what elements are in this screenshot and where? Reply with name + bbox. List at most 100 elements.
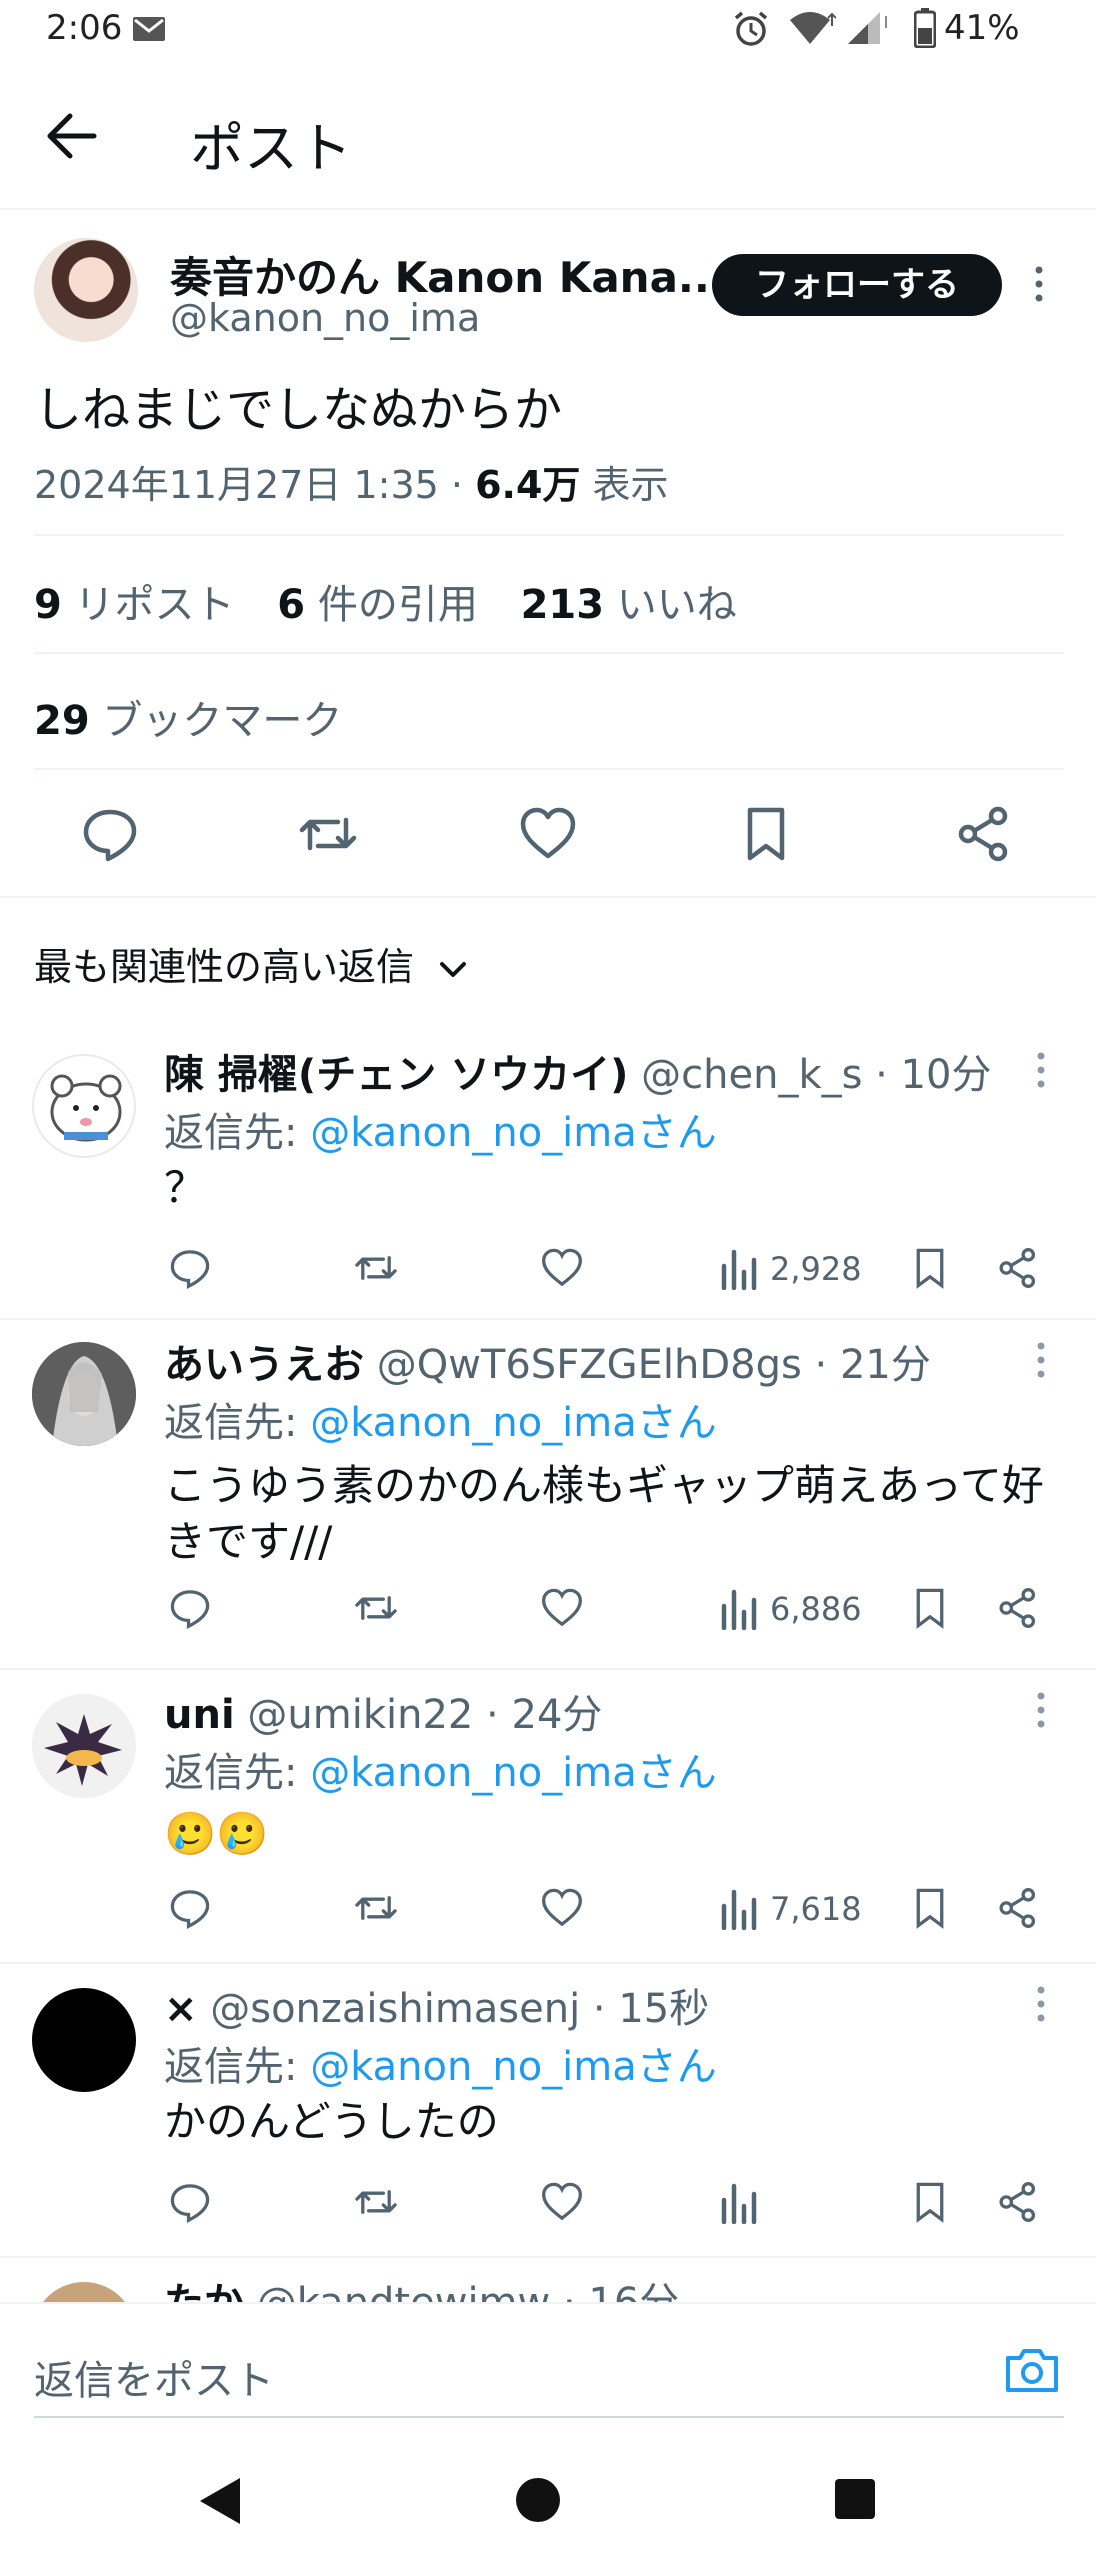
reply-handle[interactable]: @chen_k_s · 10分	[628, 1052, 991, 1098]
reply-item[interactable]: uni @umikin22 · 24分 返信先: @kanon_no_imaさん…	[0, 1670, 1096, 1964]
reply-views-count: 7,618	[770, 1890, 862, 1928]
reposts-count: 9	[34, 582, 62, 628]
reply-handle[interactable]: @umikin22 · 24分	[235, 1692, 602, 1738]
reply-like-button[interactable]	[540, 1886, 584, 1930]
reply-comment-button[interactable]	[168, 1246, 212, 1290]
share-button[interactable]	[954, 804, 1014, 864]
status-time: 2:06	[46, 8, 123, 48]
reply-item[interactable]: あいうえお @QwT6SFZGElhD8gs · 21分 返信先: @kanon…	[0, 1320, 1096, 1668]
bookmarks-stat[interactable]: 29 ブックマーク	[34, 688, 342, 746]
wifi-icon	[788, 10, 836, 46]
reply-comment-button[interactable]	[168, 1886, 212, 1930]
reply-to-link[interactable]: @kanon_no_imaさん	[310, 1750, 717, 1796]
reply-bookmark-button[interactable]	[908, 1586, 952, 1630]
author-handle[interactable]: @kanon_no_ima	[170, 296, 480, 340]
arrow-left-icon	[47, 113, 97, 159]
reply-more-icon[interactable]	[1036, 1052, 1046, 1088]
camera-icon[interactable]	[1004, 2346, 1060, 2394]
more-options-icon[interactable]	[1034, 266, 1044, 302]
reply-item[interactable]: × @sonzaishimasenj · 15秒 返信先: @kanon_no_…	[0, 1964, 1096, 2258]
reply-bookmark-button[interactable]	[908, 2180, 952, 2224]
reply-avatar[interactable]	[32, 2282, 136, 2304]
nav-recents-button[interactable]	[834, 2478, 876, 2520]
reply-text: ？	[164, 1163, 207, 1212]
reply-to-prefix: 返信先:	[164, 1750, 311, 1796]
likes-count: 213	[520, 582, 605, 628]
bookmarks-label: ブックマーク	[89, 698, 343, 744]
battery-percent: 41%	[944, 8, 1020, 48]
reply-comment-button[interactable]	[168, 1586, 212, 1630]
reply-to-link[interactable]: @kanon_no_imaさん	[310, 1110, 717, 1156]
bookmark-icon	[747, 807, 785, 861]
views-icon[interactable]	[720, 2180, 764, 2224]
author-avatar[interactable]	[34, 238, 138, 342]
reply-avatar[interactable]	[32, 1054, 136, 1158]
reply-text: かのんどうしたの	[164, 2097, 499, 2146]
reply-handle[interactable]: @kandtewimw · 16分	[244, 2280, 680, 2304]
reply-more-icon[interactable]	[1036, 1342, 1046, 1378]
bookmarks-count: 29	[34, 698, 90, 744]
post-text: しねまじでしなぬからか	[34, 382, 563, 438]
reply-bookmark-button[interactable]	[908, 1886, 952, 1930]
share-icon	[958, 806, 1008, 862]
square-recents-icon	[835, 2479, 875, 2519]
views-label: 表示	[580, 463, 669, 507]
reply-repost-button[interactable]	[354, 2180, 398, 2224]
sort-label: 最も関連性の高い返信	[34, 945, 415, 989]
reply-repost-button[interactable]	[354, 1586, 398, 1630]
reply-compose-input[interactable]: 返信をポスト	[34, 2348, 274, 2406]
nav-back-button[interactable]	[196, 2476, 242, 2526]
reply-comment-button[interactable]	[168, 2180, 212, 2224]
likes-stat[interactable]: 213 いいね	[521, 582, 737, 628]
reply-share-button[interactable]	[996, 1246, 1040, 1290]
reply-item[interactable]: たか @kandtewimw · 16分	[0, 2258, 1096, 2304]
back-button[interactable]	[44, 110, 104, 162]
reply-share-button[interactable]	[996, 2180, 1040, 2224]
reply-more-icon[interactable]	[1036, 1986, 1046, 2022]
reply-like-button[interactable]	[540, 1246, 584, 1290]
reply-handle[interactable]: @QwT6SFZGElhD8gs · 21分	[364, 1342, 931, 1388]
reply-author-name[interactable]: あいうえお	[164, 1342, 364, 1388]
reply-author-name[interactable]: たか	[164, 2280, 244, 2304]
reply-handle[interactable]: @sonzaishimasenj · 15秒	[198, 1986, 709, 2032]
reply-views-count: 6,886	[770, 1590, 862, 1628]
reply-like-button[interactable]	[540, 1586, 584, 1630]
views-icon[interactable]	[720, 1246, 764, 1290]
reply-to-link[interactable]: @kanon_no_imaさん	[310, 1400, 717, 1446]
status-bar: 2:06 41%	[0, 0, 1096, 60]
like-button[interactable]	[518, 804, 578, 864]
reply-avatar[interactable]	[32, 1342, 136, 1446]
reply-author-name[interactable]: 陳 掃櫂(チェン ソウカイ)	[164, 1052, 628, 1098]
reply-share-button[interactable]	[996, 1586, 1040, 1630]
reply-sort-dropdown[interactable]: 最も関連性の高い返信	[34, 936, 468, 991]
reply-bookmark-button[interactable]	[908, 1246, 952, 1290]
reply-author-name[interactable]: uni	[164, 1692, 235, 1738]
signal-icon	[846, 10, 890, 46]
engagement-stats: 9 リポスト 6 件の引用 213 いいね	[34, 572, 737, 630]
reply-more-icon[interactable]	[1036, 1692, 1046, 1728]
nav-home-button[interactable]	[514, 2476, 562, 2524]
reply-repost-button[interactable]	[354, 1886, 398, 1930]
page-title: ポスト	[190, 117, 352, 180]
repost-button[interactable]	[298, 804, 358, 864]
reply-item[interactable]: 陳 掃櫂(チェン ソウカイ) @chen_k_s · 10分 返信先: @kan…	[0, 1030, 1096, 1320]
comment-icon	[83, 809, 137, 862]
reply-like-button[interactable]	[540, 2180, 584, 2224]
reply-share-button[interactable]	[996, 1886, 1040, 1930]
reply-button[interactable]	[80, 804, 140, 864]
reply-to-link[interactable]: @kanon_no_imaさん	[310, 2044, 717, 2090]
circle-home-icon	[516, 2478, 560, 2522]
views-icon[interactable]	[720, 1886, 764, 1930]
views-icon[interactable]	[720, 1586, 764, 1630]
quotes-stat[interactable]: 6 件の引用	[277, 582, 478, 628]
reply-text: こうゆう素のかのん様もギャップ萌えあって好きです///	[164, 1461, 1044, 1566]
bookmark-button[interactable]	[736, 804, 796, 864]
reposts-stat[interactable]: 9 リポスト	[34, 582, 235, 628]
reply-repost-button[interactable]	[354, 1246, 398, 1290]
reply-avatar[interactable]	[32, 1694, 136, 1798]
follow-button[interactable]: フォローする	[712, 254, 1002, 316]
alarm-icon	[732, 10, 770, 48]
reply-avatar[interactable]	[32, 1988, 136, 2092]
reply-author-name[interactable]: ×	[164, 1986, 198, 2032]
reply-to-prefix: 返信先:	[164, 1400, 311, 1446]
